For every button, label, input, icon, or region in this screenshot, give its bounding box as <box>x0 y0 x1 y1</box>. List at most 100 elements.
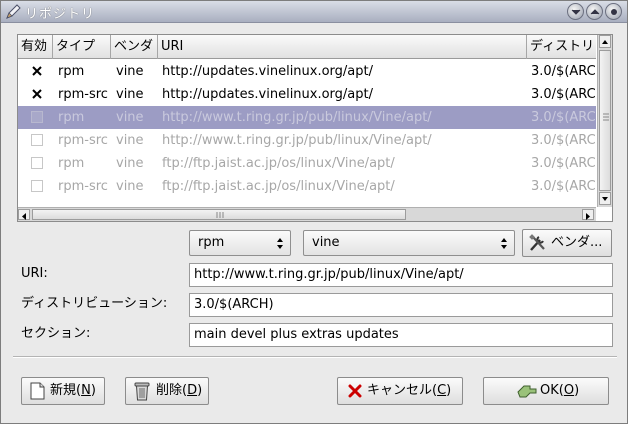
minimize-icon <box>571 9 581 15</box>
scroll-up-arrow[interactable] <box>599 35 611 48</box>
delete-button-label-end: ) <box>197 383 203 398</box>
repository-window: リポジトリ 有効 タイプ ベンダ URI ディストリ rpm vine http:/… <box>0 0 628 424</box>
vendor-combo[interactable]: vine <box>303 230 515 256</box>
updown-arrows-icon <box>277 238 283 249</box>
cell-vendor: vine <box>116 87 144 102</box>
cell-uri: http://updates.vinelinux.org/apt/ <box>162 64 374 79</box>
vertical-scroll-thumb[interactable] <box>599 50 611 191</box>
type-combo[interactable]: rpm <box>189 230 291 256</box>
ok-button[interactable]: OK(O) <box>483 377 609 405</box>
cell-type: rpm-src <box>58 133 108 148</box>
new-button-mnemonic: N <box>81 383 91 398</box>
cell-type: rpm <box>58 110 85 125</box>
checkbox-unchecked[interactable] <box>31 134 43 146</box>
cell-vendor: vine <box>116 156 144 171</box>
vendor-button-label: ベンダ... <box>551 235 603 250</box>
section-label: セクション: <box>21 326 91 341</box>
type-combo-value: rpm <box>198 235 225 250</box>
table-row[interactable]: rpm vine http://www.t.ring.gr.jp/pub/linux… <box>18 106 596 129</box>
arrow-left-icon <box>22 213 26 220</box>
new-button[interactable]: 新規(N) <box>21 377 105 405</box>
pencil-icon <box>6 4 21 19</box>
section-input[interactable]: main devel plus extras updates <box>189 323 613 347</box>
table-row[interactable]: rpm-src vine http://updates.vinelinux.org/… <box>18 83 596 106</box>
column-header-uri[interactable]: URI <box>158 35 527 59</box>
column-header-type[interactable]: タイプ <box>53 35 111 59</box>
scroll-right-arrow[interactable] <box>582 209 594 220</box>
ok-button-label-end: ) <box>574 383 580 398</box>
title-bar[interactable]: リポジトリ <box>1 1 627 23</box>
cell-uri: http://updates.vinelinux.org/apt/ <box>162 87 374 102</box>
cancel-button[interactable]: キャンセル(C) <box>337 377 463 405</box>
table-row[interactable]: rpm vine http://updates.vinelinux.org/apt/… <box>18 60 596 83</box>
repository-list[interactable]: 有効 タイプ ベンダ URI ディストリ rpm vine http://updat… <box>17 34 613 222</box>
arrow-right-icon <box>586 213 590 220</box>
checkbox-unchecked[interactable] <box>31 111 43 123</box>
table-row[interactable]: rpm-src vine ftp://ftp.jaist.ac.jp/os/linu… <box>18 175 596 198</box>
distribution-input[interactable]: 3.0/$(ARCH) <box>189 293 613 317</box>
cell-vendor: vine <box>116 133 144 148</box>
grip-icon <box>603 113 609 121</box>
new-button-label: 新規( <box>50 383 82 398</box>
separator <box>13 356 617 358</box>
close-icon <box>611 9 617 15</box>
cancel-x-icon <box>348 384 362 398</box>
scroll-down-arrow[interactable] <box>599 192 611 205</box>
column-header-dist[interactable]: ディストリ <box>527 35 596 59</box>
checkbox-unchecked[interactable] <box>31 180 43 192</box>
tools-icon <box>529 234 545 251</box>
delete-button[interactable]: 削除(D) <box>125 377 209 405</box>
cell-type: rpm-src <box>58 179 108 194</box>
arrow-up-icon <box>602 40 608 44</box>
ok-button-mnemonic: O <box>563 383 575 398</box>
cell-uri: ftp://ftp.jaist.ac.jp/os/linux/Vine/apt/ <box>162 156 395 171</box>
cell-vendor: vine <box>116 110 144 125</box>
column-header-vendor[interactable]: ベンダ <box>111 35 158 59</box>
delete-button-mnemonic: D <box>187 383 198 398</box>
updown-arrows-icon <box>501 238 507 249</box>
minimize-button[interactable] <box>567 3 584 20</box>
cell-dist: 3.0/$(ARCH <box>531 87 596 102</box>
checkbox-checked-icon[interactable] <box>31 88 43 100</box>
cancel-button-mnemonic: C <box>437 383 447 398</box>
uri-label: URI: <box>21 266 48 281</box>
table-row[interactable]: rpm vine ftp://ftp.jaist.ac.jp/os/linux/Vi… <box>18 152 596 175</box>
uri-input[interactable]: http://www.t.ring.gr.jp/pub/linux/Vine/a… <box>189 263 613 287</box>
close-button[interactable] <box>605 3 622 20</box>
cell-vendor: vine <box>116 64 144 79</box>
ok-hand-icon <box>517 385 537 398</box>
cell-dist: 3.0/$(ARCH <box>531 133 596 148</box>
cell-dist: 3.0/$(ARCH <box>531 179 596 194</box>
cell-vendor: vine <box>116 179 144 194</box>
checkbox-unchecked[interactable] <box>31 157 43 169</box>
cell-dist: 3.0/$(ARCH <box>531 156 596 171</box>
checkbox-checked-icon[interactable] <box>31 65 43 77</box>
cell-uri: http://www.t.ring.gr.jp/pub/linux/Vine/a… <box>162 110 432 125</box>
distribution-label: ディストリビューション: <box>21 296 168 311</box>
trash-icon <box>134 382 150 401</box>
cell-type: rpm <box>58 156 85 171</box>
list-horizontal-scrollbar[interactable] <box>18 207 596 221</box>
grip-icon <box>216 212 224 218</box>
vendor-combo-value: vine <box>312 235 340 250</box>
maximize-button[interactable] <box>586 3 603 20</box>
cell-dist: 3.0/$(ARCH <box>531 110 596 125</box>
ok-button-label: OK( <box>540 383 564 398</box>
table-row[interactable]: rpm-src vine http://www.t.ring.gr.jp/pub/l… <box>18 129 596 152</box>
column-header-enabled[interactable]: 有効 <box>18 35 53 59</box>
cell-dist: 3.0/$(ARCH <box>531 64 596 79</box>
list-header: 有効 タイプ ベンダ URI ディストリ <box>18 35 596 59</box>
list-vertical-scrollbar[interactable] <box>597 35 612 207</box>
cell-uri: ftp://ftp.jaist.ac.jp/os/linux/Vine/apt/ <box>162 179 395 194</box>
new-document-icon <box>30 382 45 400</box>
cell-type: rpm-src <box>58 87 108 102</box>
cancel-button-label: キャンセル( <box>367 383 438 398</box>
vendor-button[interactable]: ベンダ... <box>522 229 612 257</box>
cell-uri: http://www.t.ring.gr.jp/pub/linux/Vine/a… <box>162 133 432 148</box>
arrow-down-icon <box>602 197 608 201</box>
delete-button-label: 削除( <box>156 383 188 398</box>
horizontal-scroll-thumb[interactable] <box>32 209 406 220</box>
window-title: リポジトリ <box>25 7 96 22</box>
scroll-left-arrow[interactable] <box>18 209 30 220</box>
new-button-label-end: ) <box>90 383 96 398</box>
